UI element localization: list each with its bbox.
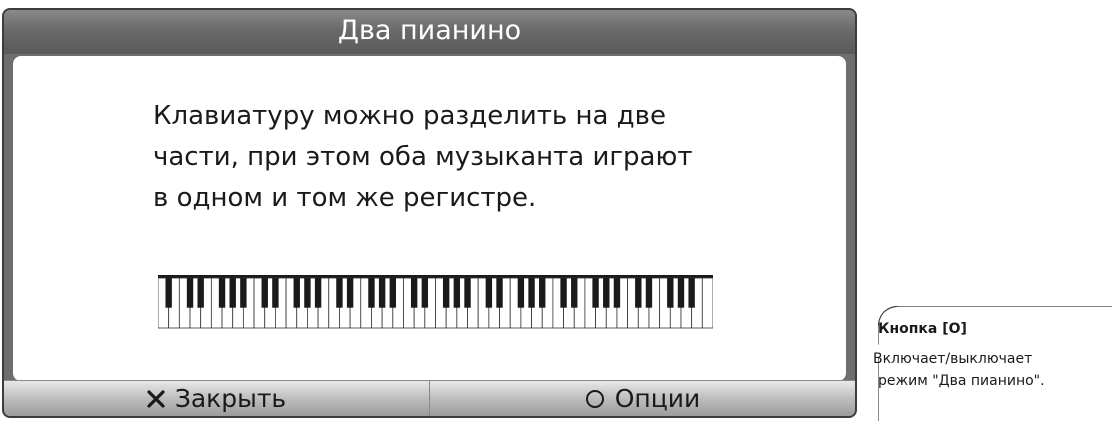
black-key: [539, 278, 546, 308]
black-key: [293, 278, 300, 308]
black-key: [218, 278, 226, 308]
callout-annotation: Кнопка [O] Включает/выключает режим "Два…: [873, 306, 1112, 424]
dialog-footer: Закрыть Опции: [4, 380, 855, 416]
black-key: [346, 278, 354, 308]
black-key: [645, 278, 653, 308]
black-key: [186, 278, 194, 308]
callout-line-2: режим "Два пианино".: [878, 373, 1045, 389]
two-piano-dialog: Два пианино Клавиатуру можно разделить н…: [2, 8, 857, 418]
black-key: [528, 278, 535, 308]
message-line-1: Клавиатуру можно разделить на две: [153, 101, 666, 131]
black-key: [304, 278, 311, 308]
black-key: [592, 278, 599, 308]
black-key: [240, 278, 247, 308]
options-button[interactable]: Опции: [429, 381, 855, 416]
black-key: [442, 278, 450, 308]
black-key: [677, 278, 685, 308]
black-key: [613, 278, 621, 308]
dialog-message: Клавиатуру можно разделить на две части,…: [153, 96, 793, 219]
black-key: [389, 278, 397, 308]
keyboard-illustration: [158, 275, 713, 329]
black-key: [485, 278, 493, 308]
black-key: [410, 278, 418, 308]
message-line-2: части, при этом оба музыканта играют: [153, 142, 693, 172]
black-key: [378, 278, 386, 308]
close-button[interactable]: Закрыть: [4, 381, 429, 416]
black-key: [368, 278, 375, 308]
callout-line-1: Включает/выключает: [873, 351, 1033, 367]
black-key: [560, 278, 567, 308]
black-key: [453, 278, 461, 308]
callout-text: Включает/выключает режим "Два пианино".: [873, 348, 1103, 392]
message-line-3: в одном и том же регистре.: [153, 183, 537, 213]
piano-keyboard-image: [158, 275, 713, 329]
black-key: [603, 278, 610, 308]
black-key: [571, 278, 578, 308]
black-key: [667, 278, 674, 308]
black-key: [261, 278, 268, 308]
black-key: [197, 278, 204, 308]
circle-o-icon: [585, 389, 605, 409]
black-key: [165, 278, 172, 308]
close-button-label: Закрыть: [174, 384, 287, 413]
black-key: [314, 278, 322, 308]
close-x-icon: [147, 389, 165, 408]
black-key: [496, 278, 503, 308]
black-key: [272, 278, 279, 308]
black-key: [421, 278, 429, 308]
black-key: [517, 278, 525, 308]
black-key: [229, 278, 236, 308]
callout-title: Кнопка [O]: [878, 321, 967, 337]
black-key: [688, 278, 695, 308]
options-button-label: Опции: [614, 384, 701, 413]
black-key: [336, 278, 343, 308]
dialog-content: Клавиатуру можно разделить на две части,…: [13, 56, 846, 381]
black-key: [464, 278, 471, 308]
black-key: [635, 278, 642, 308]
white-key: [701, 277, 713, 329]
dialog-title: Два пианино: [4, 10, 855, 54]
